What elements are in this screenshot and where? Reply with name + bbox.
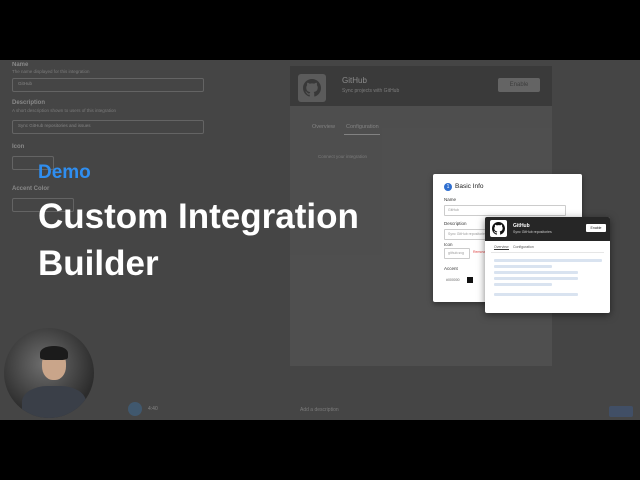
demo-kicker: Demo <box>38 162 91 183</box>
name-input[interactable]: GitHub <box>444 205 566 216</box>
placeholder-line <box>494 265 552 268</box>
preview-subtitle: Sync projects with GitHub <box>342 88 400 94</box>
icon-upload[interactable]: github.svg <box>444 248 470 259</box>
preview-header: GitHub Sync projects with GitHub Enable <box>290 66 552 106</box>
name-label: Name <box>12 62 29 68</box>
footer-note: Add a description <box>300 407 339 413</box>
preview-body-text: Connect your integration <box>318 154 368 159</box>
description-label: Description <box>12 100 46 106</box>
description-hint: A short description shown to users of th… <box>12 108 117 113</box>
title-line-1: Custom Integration <box>38 197 359 236</box>
placeholder-line <box>494 277 578 280</box>
placeholder-line <box>494 293 578 296</box>
icon-label: Icon <box>444 242 453 247</box>
video-frame: Name The name displayed for this integra… <box>0 60 640 420</box>
send-button[interactable] <box>609 406 633 417</box>
tab-divider <box>491 252 604 253</box>
basic-info-title: Basic Info <box>455 183 484 190</box>
presenter-body <box>22 386 86 418</box>
avatar <box>128 402 142 416</box>
name-hint: The name displayed for this integration <box>12 69 90 74</box>
timestamp: 4:40 <box>148 406 158 412</box>
tab-overview[interactable]: Overview <box>312 124 335 130</box>
step-number-badge: 1 <box>444 183 452 191</box>
preview-title: GitHub <box>342 76 367 85</box>
description-label: Description <box>444 221 467 226</box>
placeholder-line <box>494 271 578 274</box>
preview-subtitle: Sync GitHub repositories <box>513 230 552 234</box>
active-tab-indicator <box>344 134 380 135</box>
accent-color-swatch[interactable] <box>467 277 473 283</box>
github-logo-icon <box>298 74 326 102</box>
placeholder-line <box>494 259 602 262</box>
preview-card: GitHub Sync GitHub repositories Enable O… <box>485 217 610 313</box>
name-field[interactable]: GitHub <box>12 78 204 92</box>
github-logo-icon <box>490 220 507 237</box>
tab-overview[interactable]: Overview <box>494 245 509 250</box>
page-title: Custom Integration Builder <box>38 193 418 287</box>
accent-label: Accent <box>444 266 458 271</box>
title-line-2: Builder <box>38 244 159 283</box>
enable-button[interactable]: Enable <box>498 78 540 92</box>
preview-card-header: GitHub Sync GitHub repositories Enable <box>485 217 610 241</box>
tab-configuration[interactable]: Configuration <box>346 124 379 130</box>
accent-label: Accent Color <box>12 186 50 192</box>
description-field[interactable]: Sync GitHub repositories and issues <box>12 120 204 134</box>
accent-hex: #000000 <box>446 278 460 282</box>
placeholder-line <box>494 283 552 286</box>
presenter-webcam <box>4 328 94 418</box>
enable-button[interactable]: Enable <box>586 224 606 232</box>
tab-configuration[interactable]: Configuration <box>513 245 534 249</box>
name-label: Name <box>444 197 457 202</box>
preview-name: GitHub <box>513 223 530 229</box>
icon-label: Icon <box>12 144 25 150</box>
presenter-hair <box>40 346 68 360</box>
